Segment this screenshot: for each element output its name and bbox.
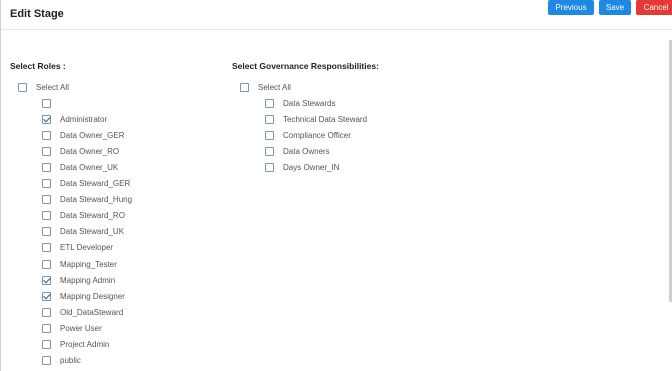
checkbox-label: Days Owner_IN: [283, 162, 340, 172]
role-item[interactable]: Mapping_Tester: [42, 258, 117, 270]
checkbox[interactable]: [42, 211, 51, 221]
role-item[interactable]: [42, 97, 60, 109]
checkbox[interactable]: [265, 114, 274, 124]
cancel-button[interactable]: Cancel: [636, 0, 672, 15]
role-item[interactable]: Mapping Admin: [42, 274, 115, 286]
checkbox-label: Old_DataSteward: [60, 307, 124, 317]
governance-select-all[interactable]: Select All: [240, 81, 291, 93]
checkbox-label: Data Owner_RO: [60, 146, 120, 156]
checkbox-label: Select All: [258, 82, 291, 92]
role-item[interactable]: Power User: [42, 322, 102, 334]
checkbox[interactable]: [42, 291, 51, 301]
checkbox[interactable]: [42, 356, 51, 366]
checkbox-label: Data Steward_UK: [60, 227, 125, 237]
checkbox-label: Data Owner_UK: [60, 162, 119, 172]
checkbox[interactable]: [265, 146, 274, 156]
role-item[interactable]: Administrator: [42, 113, 107, 125]
checkbox[interactable]: [42, 98, 51, 108]
roles-select-all[interactable]: Select All: [18, 81, 69, 93]
checkbox[interactable]: [42, 162, 51, 172]
role-item[interactable]: Data Steward_GER: [42, 178, 130, 190]
checkbox[interactable]: [42, 259, 51, 269]
checkbox[interactable]: [265, 130, 274, 140]
governance-item[interactable]: Technical Data Steward: [265, 113, 367, 125]
role-item[interactable]: Data Steward_Hung: [42, 194, 132, 206]
governance-heading: Select Governance Responsibilities:: [232, 61, 379, 71]
checkbox-label: Power User: [60, 323, 102, 333]
checkbox[interactable]: [42, 130, 51, 140]
checkbox-label: Data Steward_RO: [60, 211, 125, 221]
checkbox[interactable]: [42, 195, 51, 205]
checkbox[interactable]: [42, 275, 51, 285]
previous-button[interactable]: Previous: [548, 0, 594, 15]
checkbox-label: public: [60, 356, 81, 366]
role-item[interactable]: public: [42, 355, 81, 367]
role-item[interactable]: Data Steward_UK: [42, 226, 124, 238]
checkbox-label: Data Steward_Hung: [60, 195, 133, 205]
role-item[interactable]: ETL Developer: [42, 242, 113, 254]
checkbox-label: Data Stewards: [283, 98, 336, 108]
role-item[interactable]: Data Owner_GER: [42, 129, 124, 141]
role-item[interactable]: Project Admin: [42, 339, 109, 351]
dialog-title: Edit Stage: [10, 8, 64, 20]
checkbox-label: Mapping Admin: [60, 275, 116, 285]
role-item[interactable]: Old_DataSteward: [42, 306, 123, 318]
role-item[interactable]: Data Steward_RO: [42, 210, 125, 222]
governance-item[interactable]: Days Owner_IN: [265, 161, 339, 173]
checkbox-label: Mapping Designer: [60, 291, 125, 301]
roles-heading: Select Roles :: [10, 61, 66, 71]
checkbox[interactable]: [42, 114, 51, 124]
checkbox-label: Administrator: [60, 114, 108, 124]
checkbox-label: Technical Data Steward: [283, 114, 368, 124]
checkbox[interactable]: [42, 179, 51, 188]
checkbox[interactable]: [42, 227, 51, 237]
checkbox-label: Project Admin: [60, 340, 110, 349]
checkbox[interactable]: [42, 323, 51, 333]
edit-stage-dialog: Edit Stage Previous Save Cancel Select R…: [0, 0, 672, 371]
governance-item[interactable]: Data Owners: [265, 145, 330, 157]
governance-item[interactable]: Data Stewards: [265, 97, 335, 109]
checkbox-label: Data Owners: [283, 146, 330, 156]
checkbox-label: ETL Developer: [60, 243, 114, 253]
role-item[interactable]: Data Owner_UK: [42, 161, 118, 173]
checkbox[interactable]: [42, 243, 51, 253]
checkbox-label: Data Steward_GER: [60, 179, 131, 188]
role-item[interactable]: Data Owner_RO: [42, 145, 119, 157]
governance-item[interactable]: Compliance Officer: [265, 129, 351, 141]
checkbox-label: Select All: [36, 82, 69, 92]
checkbox[interactable]: [265, 98, 274, 108]
role-item[interactable]: Mapping Designer: [42, 290, 125, 302]
checkbox-label: Data Owner_GER: [60, 130, 125, 140]
checkbox[interactable]: [240, 82, 249, 92]
checkbox-label: Compliance Officer: [283, 130, 351, 140]
checkbox[interactable]: [18, 82, 27, 92]
save-button[interactable]: Save: [599, 0, 631, 15]
checkbox[interactable]: [265, 162, 274, 172]
checkbox[interactable]: [42, 307, 51, 317]
checkbox[interactable]: [42, 146, 51, 156]
checkbox[interactable]: [42, 340, 51, 349]
checkbox-label: Mapping_Tester: [60, 259, 117, 269]
